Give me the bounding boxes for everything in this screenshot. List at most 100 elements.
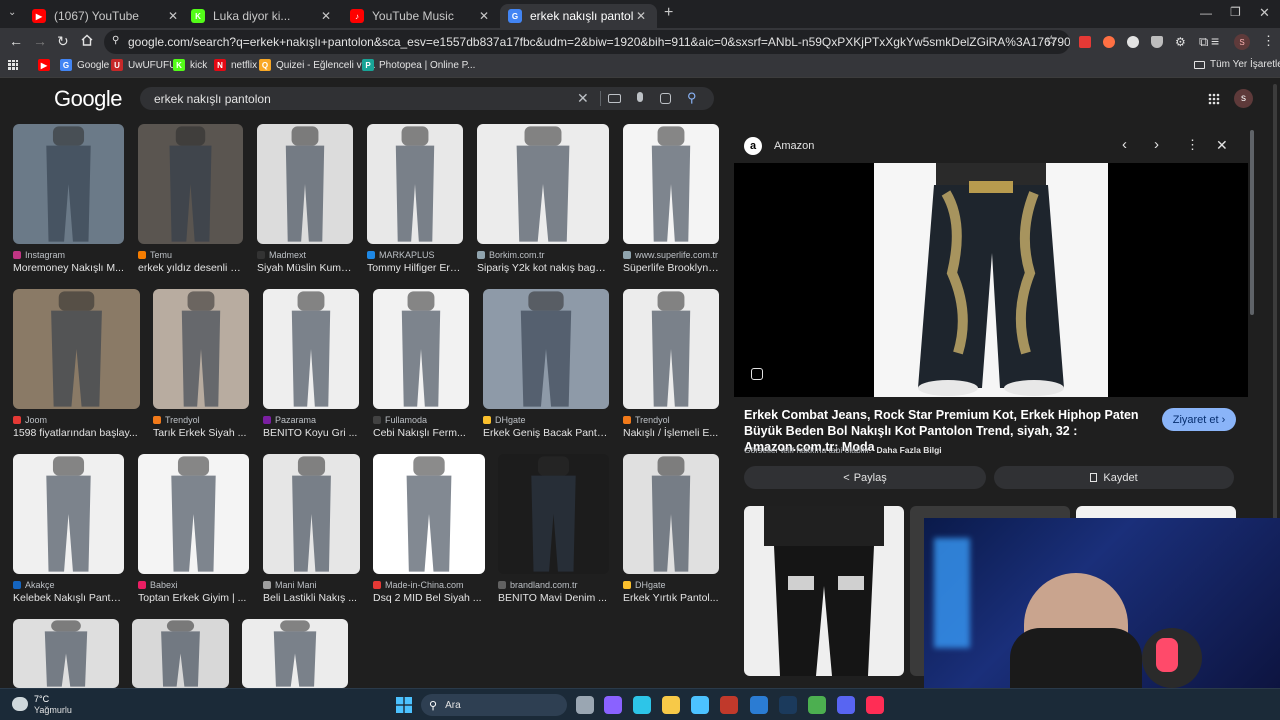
apps-grid-icon[interactable]: [8, 60, 18, 70]
extension-icon[interactable]: [1103, 36, 1115, 48]
bookmark-item[interactable]: Kkick: [173, 59, 207, 71]
result-title[interactable]: Toptan Erkek Giyim | ...: [138, 592, 249, 604]
result-source[interactable]: Joom: [13, 415, 140, 425]
new-tab-button[interactable]: +: [664, 4, 673, 22]
browser-tab[interactable]: ▶ (1067) YouTube ✕: [24, 4, 189, 28]
weather-condition[interactable]: Yağmurlu: [34, 705, 72, 715]
visit-button[interactable]: Ziyaret et ›: [1162, 408, 1236, 431]
next-image-icon[interactable]: ›: [1154, 136, 1159, 153]
result-title[interactable]: 1598 fiyatlarından başlay...: [13, 427, 140, 439]
result-source[interactable]: Pazarama: [263, 415, 359, 425]
mail-icon[interactable]: [750, 696, 768, 714]
home-icon[interactable]: [81, 34, 93, 46]
tab-search-button[interactable]: ⌄: [8, 7, 16, 18]
result-source[interactable]: Temu: [138, 250, 243, 260]
close-window-button[interactable]: ✕: [1259, 5, 1270, 21]
reload-icon[interactable]: ↻: [57, 33, 69, 50]
result-source[interactable]: Trendyol: [153, 415, 249, 425]
result-title[interactable]: Tarık Erkek Siyah ...: [153, 427, 249, 439]
google-account-avatar[interactable]: s: [1234, 89, 1253, 108]
result-thumbnail[interactable]: [367, 124, 463, 244]
share-button[interactable]: < Paylaş: [744, 466, 986, 489]
search-input[interactable]: erkek nakışlı pantolon ✕ ⚲: [140, 87, 714, 110]
shield-icon[interactable]: [1151, 36, 1163, 48]
edge-icon[interactable]: [633, 696, 651, 714]
result-source[interactable]: Made-in-China.com: [373, 580, 485, 590]
chrome-icon[interactable]: [808, 696, 826, 714]
result-title[interactable]: Tommy Hilfiger Erk...: [367, 262, 463, 274]
restore-button[interactable]: ❐: [1230, 5, 1241, 19]
image-result[interactable]: Made-in-China.com Dsq 2 MID Bel Siyah ...: [373, 454, 485, 604]
tab-close-icon[interactable]: ✕: [318, 9, 334, 23]
minimize-button[interactable]: —: [1200, 6, 1212, 20]
settings-icon[interactable]: ⚙: [1175, 35, 1186, 49]
result-title[interactable]: BENITO Mavi Denim ...: [498, 592, 609, 604]
result-source[interactable]: brandland.com.tr: [498, 580, 609, 590]
result-title[interactable]: Sipariş Y2k kot nakış bagg...: [477, 262, 609, 274]
result-title[interactable]: Erkek Yırtık Pantol...: [623, 592, 719, 604]
more-options-icon[interactable]: ⋮: [1186, 137, 1199, 153]
preview-image[interactable]: [734, 163, 1248, 397]
search-icon[interactable]: ⚲: [687, 90, 697, 106]
image-result[interactable]: Babexi Toptan Erkek Giyim | ...: [138, 454, 249, 604]
weather-icon[interactable]: [12, 697, 28, 711]
result-title[interactable]: Beli Lastikli Nakış ...: [263, 592, 360, 604]
result-source[interactable]: Borkim.com.tr: [477, 250, 609, 260]
result-source[interactable]: Madmext: [257, 250, 353, 260]
windows-start-icon[interactable]: [396, 697, 412, 713]
bookmark-star-icon[interactable]: ☆: [1045, 32, 1058, 49]
result-source[interactable]: DHgate: [623, 580, 719, 590]
close-panel-icon[interactable]: ✕: [1216, 137, 1228, 154]
result-thumbnail[interactable]: [13, 619, 119, 688]
image-result[interactable]: Madmext Siyah Müslin Kuma...: [257, 124, 353, 274]
bookmark-item[interactable]: Nnetflix: [214, 59, 257, 71]
result-thumbnail[interactable]: [483, 289, 609, 409]
profile-avatar[interactable]: S: [1234, 34, 1250, 50]
result-source[interactable]: DHgate: [483, 415, 609, 425]
bookmark-item[interactable]: U UwUFUFU: [111, 59, 176, 71]
result-source[interactable]: Trendyol: [623, 415, 719, 425]
result-thumbnail[interactable]: [13, 124, 124, 244]
image-result[interactable]: [132, 619, 229, 688]
browser-tab[interactable]: ♪ YouTube Music ✕: [342, 4, 500, 28]
result-source[interactable]: Fullamoda: [373, 415, 469, 425]
result-source[interactable]: Mani Mani: [263, 580, 360, 590]
weather-temp[interactable]: 7°C: [34, 694, 49, 704]
result-thumbnail[interactable]: [13, 289, 140, 409]
clear-search-icon[interactable]: ✕: [577, 90, 589, 107]
browser-menu-icon[interactable]: ⋮: [1262, 33, 1275, 49]
result-source[interactable]: www.superlife.com.tr: [623, 250, 719, 260]
all-bookmarks-folder[interactable]: Tüm Yer İşaretleri: [1194, 59, 1280, 70]
result-thumbnail[interactable]: [373, 289, 469, 409]
image-result[interactable]: www.superlife.com.tr Süperlife Brooklyn .…: [623, 124, 719, 274]
google-apps-icon[interactable]: [1208, 93, 1220, 105]
image-result[interactable]: [13, 619, 119, 688]
image-result[interactable]: DHgate Erkek Geniş Bacak Pantol...: [483, 289, 609, 439]
back-icon[interactable]: ←: [9, 33, 23, 49]
extension-icon[interactable]: [1127, 36, 1139, 48]
save-button[interactable]: Kaydet: [994, 466, 1234, 489]
image-result[interactable]: MARKAPLUS Tommy Hilfiger Erk...: [367, 124, 463, 274]
result-thumbnail[interactable]: [132, 619, 229, 688]
result-thumbnail[interactable]: [623, 289, 719, 409]
result-thumbnail[interactable]: [13, 454, 124, 574]
lens-icon[interactable]: [660, 93, 671, 104]
result-title[interactable]: Dsq 2 MID Bel Siyah ...: [373, 592, 485, 604]
widgets-icon[interactable]: [604, 696, 622, 714]
discord-icon[interactable]: [837, 696, 855, 714]
result-thumbnail[interactable]: [263, 289, 359, 409]
tab-list-icon[interactable]: ≡: [1211, 33, 1219, 49]
google-logo[interactable]: Google: [54, 86, 122, 112]
image-result[interactable]: brandland.com.tr BENITO Mavi Denim ...: [498, 454, 609, 604]
image-result[interactable]: Borkim.com.tr Sipariş Y2k kot nakış bagg.…: [477, 124, 609, 274]
result-thumbnail[interactable]: [138, 454, 249, 574]
taskbar-search[interactable]: ⚲ Ara: [421, 694, 567, 716]
result-thumbnail[interactable]: [242, 619, 348, 688]
panel-scrollbar[interactable]: [1250, 130, 1254, 315]
result-thumbnail[interactable]: [373, 454, 485, 574]
microphone-icon[interactable]: [637, 92, 643, 102]
image-result[interactable]: Joom 1598 fiyatlarından başlay...: [13, 289, 140, 439]
image-result[interactable]: Fullamoda Cebi Nakışlı Ferm...: [373, 289, 469, 439]
bookmark-item[interactable]: G Google: [60, 59, 109, 71]
browser-tab[interactable]: K Luka diyor ki... ✕: [183, 4, 342, 28]
